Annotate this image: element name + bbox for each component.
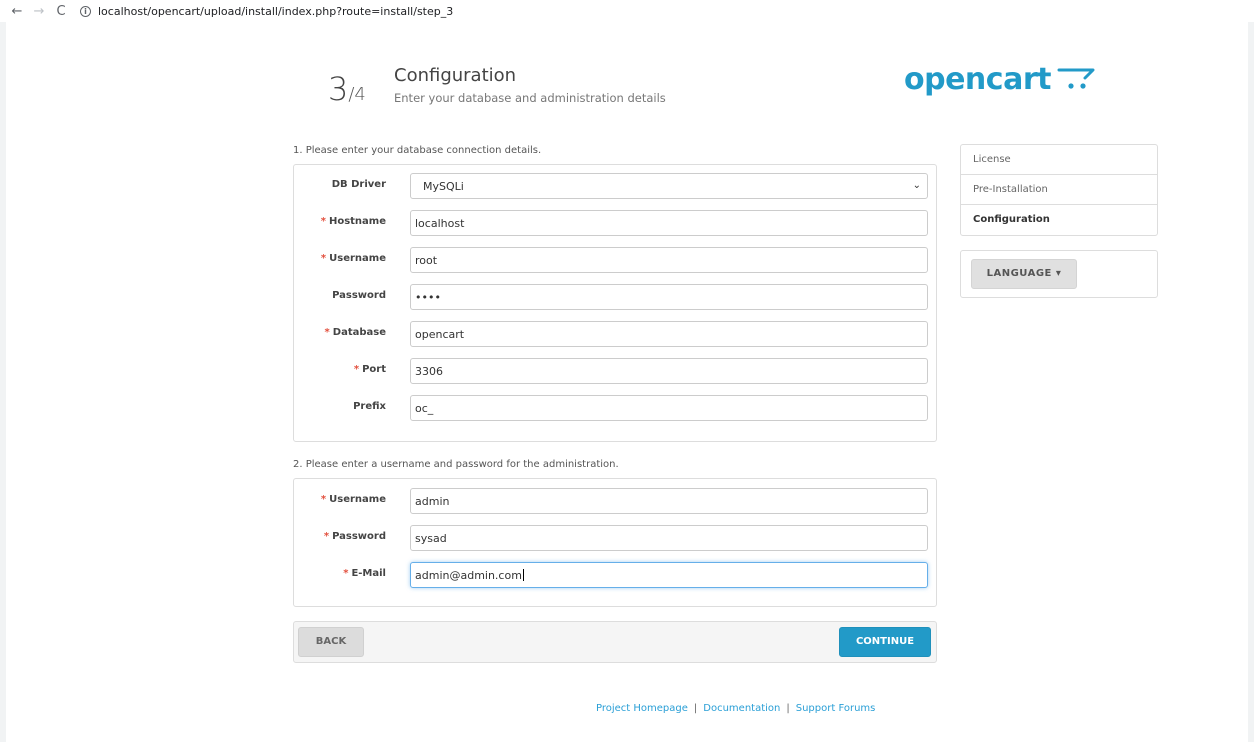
info-icon[interactable]: i — [80, 5, 91, 17]
admin-password-row: * Password sysad — [294, 525, 936, 551]
address-bar[interactable]: i localhost/opencart/upload/install/inde… — [80, 2, 453, 20]
language-panel: LANGUAGE ▾ — [960, 250, 1158, 298]
step-indicator: 3/4 — [328, 70, 366, 108]
sidebar-item-pre-installation[interactable]: Pre-Installation — [961, 175, 1157, 205]
hostname-label: * Hostname — [320, 216, 386, 227]
db-section-label: 1. Please enter your database connection… — [293, 145, 542, 156]
prefix-label: Prefix — [353, 401, 386, 412]
port-row: * Port 3306 — [294, 358, 936, 384]
install-page: 3/4 Configuration Enter your database an… — [6, 22, 1248, 742]
forward-arrow-icon[interactable]: → — [30, 2, 48, 20]
admin-username-label: * Username — [320, 494, 386, 505]
admin-password-label: * Password — [323, 531, 386, 542]
back-button[interactable]: BACK — [298, 627, 364, 657]
admin-username-input[interactable]: admin — [410, 488, 928, 514]
db-username-label: * Username — [320, 253, 386, 264]
db-connection-panel: DB Driver MySQLi ⌄ * Hostname localhost *… — [293, 164, 937, 442]
documentation-link[interactable]: Documentation — [703, 703, 780, 714]
database-row: * Database opencart — [294, 321, 936, 347]
admin-panel: * Username admin * Password sysad * E-Mail … — [293, 478, 937, 607]
sidebar-item-configuration[interactable]: Configuration — [961, 205, 1157, 235]
db-password-row: Password •••• — [294, 284, 936, 310]
cart-icon — [1057, 68, 1095, 89]
db-password-input[interactable]: •••• — [410, 284, 928, 310]
db-username-input[interactable]: root — [410, 247, 928, 273]
footer-separator: | — [786, 703, 790, 714]
page-title: Configuration — [394, 65, 517, 86]
port-input[interactable]: 3306 — [410, 358, 928, 384]
page-subtitle: Enter your database and administration d… — [394, 91, 666, 105]
admin-username-row: * Username admin — [294, 488, 936, 514]
port-label: * Port — [353, 364, 386, 375]
step-current: 3 — [328, 70, 349, 108]
admin-password-input[interactable]: sysad — [410, 525, 928, 551]
db-driver-select[interactable]: MySQLi ⌄ — [410, 173, 928, 199]
prefix-row: Prefix oc_ — [294, 395, 936, 421]
chevron-down-icon: ⌄ — [912, 180, 921, 191]
hostname-input[interactable]: localhost — [410, 210, 928, 236]
email-input[interactable]: admin@admin.com — [410, 562, 928, 588]
db-driver-label: DB Driver — [331, 179, 386, 190]
email-label: * E-Mail — [343, 568, 386, 579]
admin-section-label: 2. Please enter a username and password … — [293, 459, 619, 470]
continue-button[interactable]: CONTINUE — [839, 627, 931, 657]
back-arrow-icon[interactable]: ← — [8, 2, 26, 20]
database-input[interactable]: opencart — [410, 321, 928, 347]
database-label: * Database — [324, 327, 386, 338]
url-text: localhost/opencart/upload/install/index.… — [98, 4, 454, 18]
action-buttons-bar: BACK CONTINUE — [293, 621, 937, 663]
footer-separator: | — [693, 703, 698, 714]
email-row: * E-Mail admin@admin.com — [294, 562, 936, 588]
sidebar-item-license[interactable]: License — [961, 145, 1157, 175]
reload-icon[interactable]: C — [52, 2, 70, 20]
hostname-row: * Hostname localhost — [294, 210, 936, 236]
prefix-input[interactable]: oc_ — [410, 395, 928, 421]
logo-text: opencart — [904, 62, 1051, 97]
opencart-logo: opencart — [904, 62, 1097, 97]
text-caret — [522, 569, 524, 581]
db-password-label: Password — [332, 290, 386, 301]
browser-toolbar: ← → C i localhost/opencart/upload/instal… — [0, 0, 1254, 22]
db-driver-row: DB Driver MySQLi ⌄ — [294, 173, 936, 199]
project-homepage-link[interactable]: Project Homepage — [596, 703, 688, 714]
language-dropdown-button[interactable]: LANGUAGE ▾ — [971, 259, 1077, 289]
step-total: /4 — [348, 84, 366, 105]
db-username-row: * Username root — [294, 247, 936, 273]
footer-links: Project Homepage | Documentation | Support F… — [596, 703, 875, 714]
support-forums-link[interactable]: Support Forums — [796, 703, 876, 714]
install-steps-list: License Pre-Installation Configuration — [960, 144, 1158, 236]
